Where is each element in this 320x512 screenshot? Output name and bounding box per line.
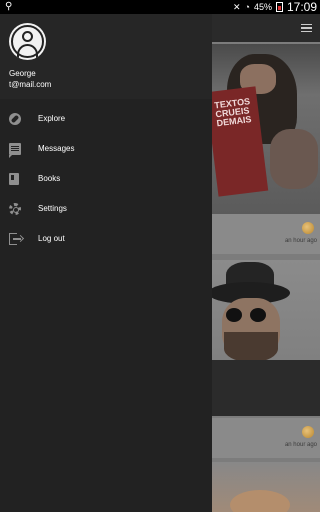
drawer-scrim[interactable] [212,14,320,512]
nav-label: Log out [38,234,65,243]
drawer-menu: Explore Messages Books Settings Log out [0,104,212,254]
clock: 17:09 [286,0,317,14]
user-name: George [9,69,36,78]
nav-label: Messages [38,144,75,153]
book-icon [9,173,19,185]
nav-item-books[interactable]: Books [0,164,212,194]
nav-item-logout[interactable]: Log out [0,224,212,254]
status-icons: ✕ ◔ 45% 17:09 [233,0,317,14]
nav-label: Settings [38,204,67,213]
navigation-drawer: George t@mail.com Explore Messages Books… [0,14,212,512]
nav-label: Books [38,174,61,183]
battery-icon [275,2,283,12]
message-icon [9,143,21,158]
logout-icon [9,233,21,245]
drawer-header: George t@mail.com [0,14,212,99]
nav-item-explore[interactable]: Explore [0,104,212,134]
profile-avatar[interactable] [9,23,46,60]
usb-icon: ⚲ [5,1,13,12]
mute-icon: ✕ [232,1,241,12]
status-bar: ⚲ ✕ ◔ 45% 17:09 [0,0,320,14]
compass-icon [9,113,21,125]
nav-label: Explore [38,114,66,123]
nav-item-messages[interactable]: Messages [0,134,212,164]
user-email: t@mail.com [9,80,52,89]
wifi-icon: ◔ [244,2,250,12]
gear-icon [9,203,21,215]
nav-item-settings[interactable]: Settings [0,194,212,224]
battery-percent: 45% [253,2,272,12]
